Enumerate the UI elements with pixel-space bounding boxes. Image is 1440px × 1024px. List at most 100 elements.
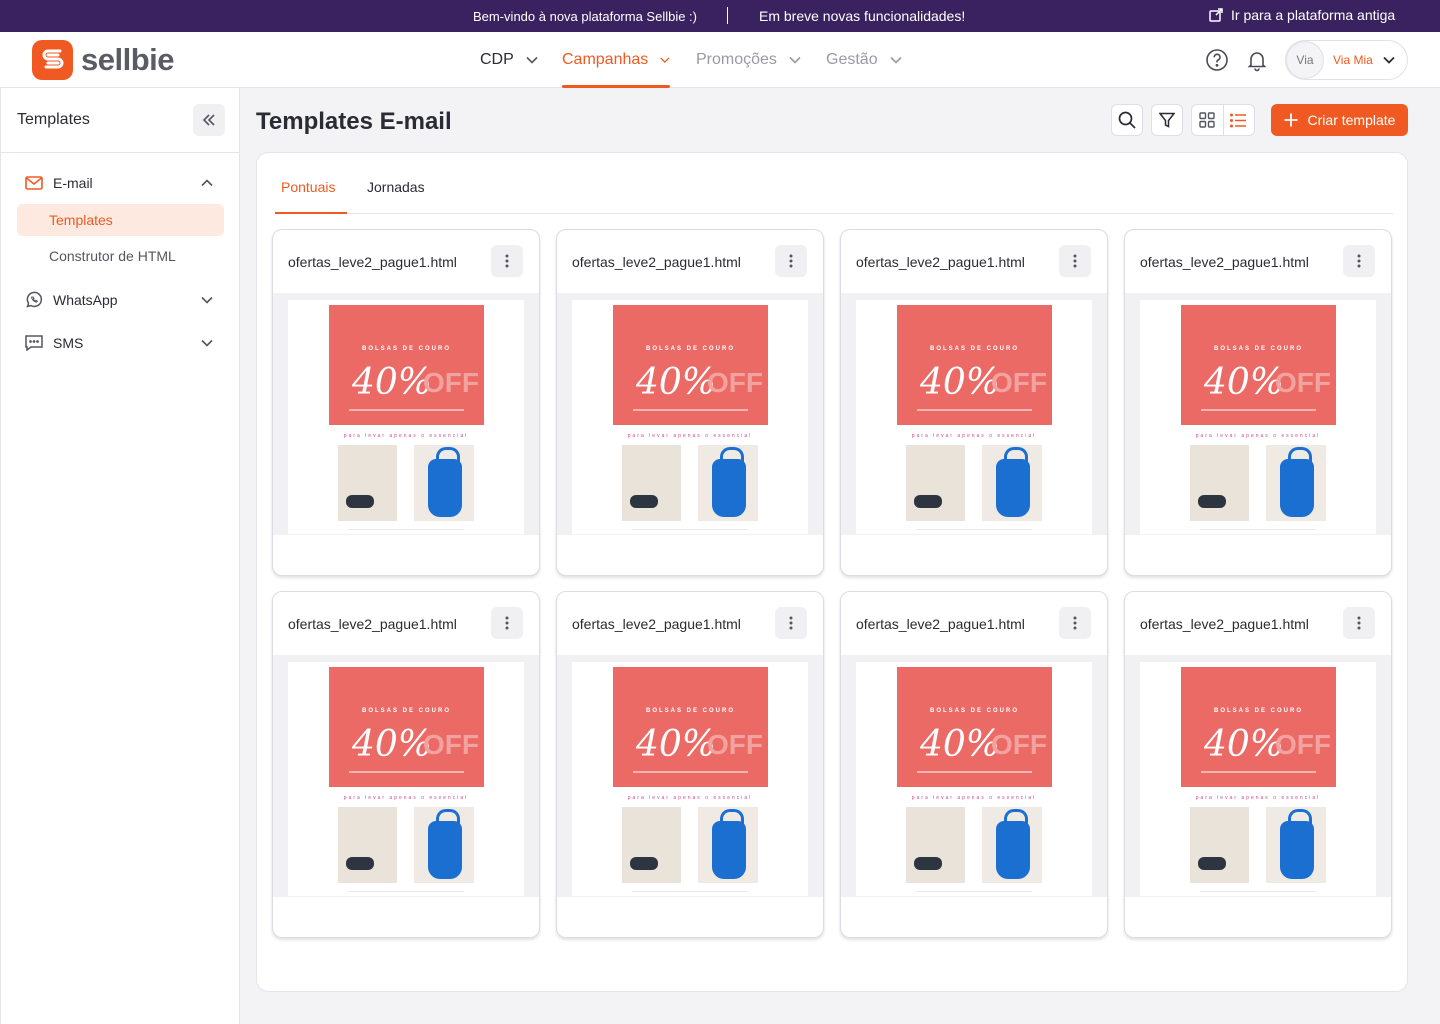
more-options-button[interactable] <box>491 607 523 639</box>
grid-icon <box>1199 112 1215 128</box>
preview-tagline: para levar apenas o essencial <box>343 433 469 439</box>
help-icon[interactable] <box>1205 48 1229 72</box>
template-file-name: ofertas_leve2_pague1.html <box>856 615 1025 632</box>
template-card-header: ofertas_leve2_pague1.html <box>1125 592 1391 655</box>
list-view-button[interactable] <box>1222 105 1255 135</box>
more-vertical-icon <box>1073 616 1077 630</box>
sidebar-item-whatsapp-label: WhatsApp <box>53 292 118 308</box>
preview-product-bag <box>1266 807 1326 883</box>
bell-icon[interactable] <box>1245 48 1269 72</box>
preview-headline: BOLSAS DE COURO <box>361 708 451 714</box>
preview-product-wallet <box>906 807 965 883</box>
preview-percent: 40% <box>920 724 1001 765</box>
sidebar-item-sms[interactable]: SMS <box>25 335 217 351</box>
preview-headline: BOLSAS DE COURO <box>645 346 735 352</box>
more-options-button[interactable] <box>775 245 807 277</box>
preview-hero-banner: BOLSAS DE COURO 40% OFF <box>1181 305 1336 425</box>
preview-percent: 40% <box>352 724 433 765</box>
template-card[interactable]: ofertas_leve2_pague1.html BOLSAS DE COUR… <box>1124 591 1392 938</box>
template-file-name: ofertas_leve2_pague1.html <box>1140 615 1309 632</box>
preview-product-wallet <box>622 807 681 883</box>
filter-button[interactable] <box>1151 104 1183 136</box>
chevrons-left-icon <box>202 114 215 126</box>
preview-product-wallet <box>622 445 681 521</box>
preview-hero-banner: BOLSAS DE COURO 40% OFF <box>897 305 1052 425</box>
template-card[interactable]: ofertas_leve2_pague1.html BOLSAS DE COUR… <box>840 229 1108 576</box>
old-platform-link[interactable]: Ir para a plataforma antiga <box>1209 7 1395 23</box>
create-template-button[interactable]: Criar template <box>1271 104 1408 136</box>
preview-product-bag <box>982 807 1042 883</box>
more-options-button[interactable] <box>1059 245 1091 277</box>
more-options-button[interactable] <box>491 245 523 277</box>
user-name: Via Mia <box>1333 53 1373 67</box>
sidebar-item-sms-label: SMS <box>53 335 84 351</box>
preview-headline: BOLSAS DE COURO <box>1213 346 1303 352</box>
chevron-down-icon <box>201 296 213 304</box>
coming-soon-text: Em breve novas funcionalidades! <box>759 8 966 24</box>
preview-hero-banner: BOLSAS DE COURO 40% OFF <box>897 667 1052 787</box>
more-options-button[interactable] <box>1343 245 1375 277</box>
search-button[interactable] <box>1111 104 1143 136</box>
template-card[interactable]: ofertas_leve2_pague1.html BOLSAS DE COUR… <box>272 591 540 938</box>
app-header: sellbie CDP Campanhas Promoções Gestão V… <box>0 32 1440 88</box>
preview-subtext <box>633 771 748 773</box>
sidebar-item-templates[interactable]: Templates <box>17 204 224 236</box>
preview-headline: BOLSAS DE COURO <box>929 346 1019 352</box>
preview-off: OFF <box>991 729 1047 760</box>
tab-pontuais[interactable]: Pontuais <box>281 179 335 195</box>
preview-product-bag <box>698 445 758 521</box>
nav-campanhas[interactable]: Campanhas <box>562 32 670 88</box>
user-menu[interactable]: Via Via Mia <box>1285 40 1408 80</box>
nav-promocoes[interactable]: Promoções <box>696 32 801 88</box>
preview-footer <box>348 529 464 530</box>
top-banner: Bem-vindo à nova plataforma Sellbie :) E… <box>0 0 1440 32</box>
preview-percent: 40% <box>352 362 433 403</box>
preview-product-wallet <box>906 445 965 521</box>
preview-product-bag <box>414 807 474 883</box>
preview-product-wallet <box>1190 807 1249 883</box>
template-card[interactable]: ofertas_leve2_pague1.html BOLSAS DE COUR… <box>840 591 1108 938</box>
preview-headline: BOLSAS DE COURO <box>361 346 451 352</box>
chevron-down-icon <box>890 56 902 64</box>
sidebar-divider <box>1 152 240 153</box>
preview-subtext <box>917 409 1032 411</box>
preview-subtext <box>349 409 464 411</box>
template-card[interactable]: ofertas_leve2_pague1.html BOLSAS DE COUR… <box>272 229 540 576</box>
preview-footer <box>632 529 748 530</box>
preview-product-bag <box>1266 445 1326 521</box>
nav-campanhas-label: Campanhas <box>562 51 649 68</box>
preview-footer <box>1200 891 1316 892</box>
template-file-name: ofertas_leve2_pague1.html <box>288 615 457 632</box>
nav-cdp[interactable]: CDP <box>480 32 538 88</box>
preview-off: OFF <box>991 367 1047 398</box>
sidebar-item-whatsapp[interactable]: WhatsApp <box>25 291 217 309</box>
template-preview: BOLSAS DE COURO 40% OFF para levar apena… <box>572 300 808 534</box>
nav-gestao[interactable]: Gestão <box>826 32 902 88</box>
template-preview: BOLSAS DE COURO 40% OFF para levar apena… <box>1140 300 1376 534</box>
template-card[interactable]: ofertas_leve2_pague1.html BOLSAS DE COUR… <box>1124 229 1392 576</box>
collapse-sidebar-button[interactable] <box>193 104 225 136</box>
tab-jornadas[interactable]: Jornadas <box>367 179 425 195</box>
preview-subtext <box>349 771 464 773</box>
preview-hero-banner: BOLSAS DE COURO 40% OFF <box>613 667 768 787</box>
create-template-label: Criar template <box>1307 112 1396 128</box>
preview-hero-banner: BOLSAS DE COURO 40% OFF <box>329 667 484 787</box>
template-card[interactable]: ofertas_leve2_pague1.html BOLSAS DE COUR… <box>556 591 824 938</box>
sidebar-item-email[interactable]: E-mail <box>25 175 217 191</box>
preview-hero-banner: BOLSAS DE COURO 40% OFF <box>1181 667 1336 787</box>
template-preview: BOLSAS DE COURO 40% OFF para levar apena… <box>288 662 524 896</box>
more-options-button[interactable] <box>1059 607 1091 639</box>
sidebar-item-html-builder[interactable]: Construtor de HTML <box>17 240 224 272</box>
preview-hero-banner: BOLSAS DE COURO 40% OFF <box>613 305 768 425</box>
grid-view-button[interactable] <box>1192 105 1223 135</box>
more-vertical-icon <box>789 254 793 268</box>
logo[interactable]: sellbie <box>32 40 175 80</box>
template-file-name: ofertas_leve2_pague1.html <box>1140 253 1309 270</box>
preview-tagline: para levar apenas o essencial <box>1195 433 1321 439</box>
external-link-icon <box>1209 8 1223 22</box>
more-options-button[interactable] <box>775 607 807 639</box>
plus-icon <box>1284 113 1298 127</box>
preview-headline: BOLSAS DE COURO <box>645 708 735 714</box>
more-options-button[interactable] <box>1343 607 1375 639</box>
template-card[interactable]: ofertas_leve2_pague1.html BOLSAS DE COUR… <box>556 229 824 576</box>
